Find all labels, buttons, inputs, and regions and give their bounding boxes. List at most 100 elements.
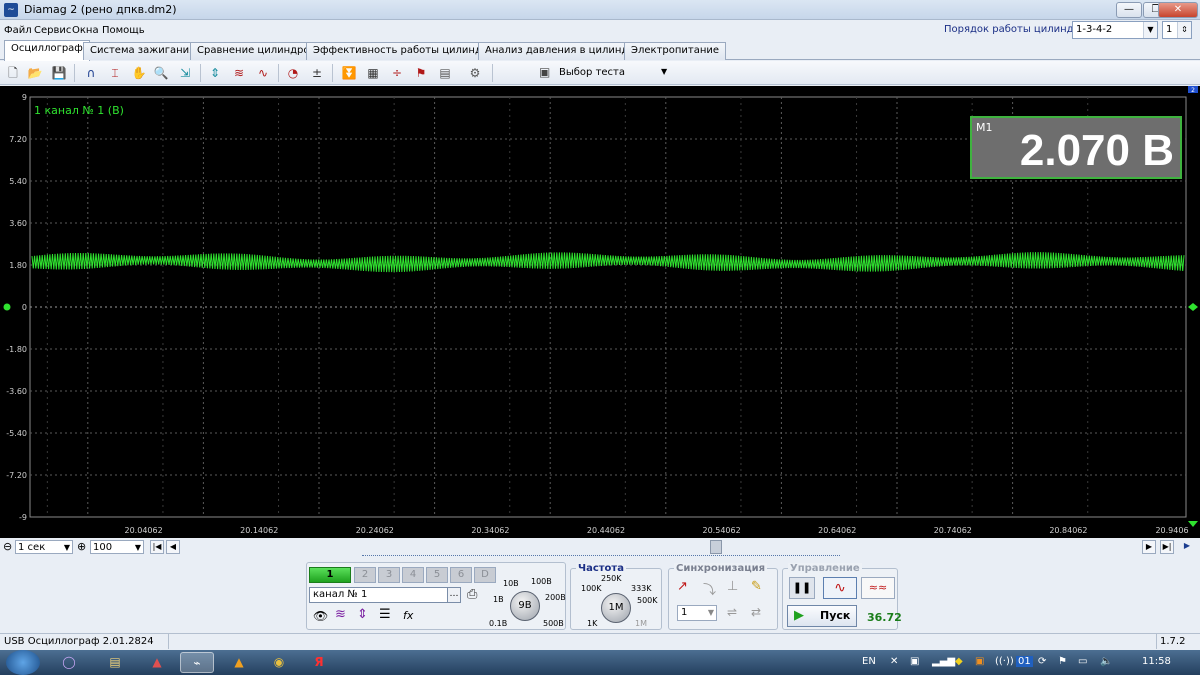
menu-file[interactable]: Файл: [4, 25, 32, 36]
minimize-button[interactable]: —: [1116, 2, 1142, 18]
taskbar-vlc-icon[interactable]: ▲: [222, 652, 256, 673]
expand-vertical-icon[interactable]: ⇕: [206, 64, 224, 82]
start-menu-button[interactable]: [6, 650, 40, 675]
scroll-end-button[interactable]: ▶|: [1160, 540, 1174, 554]
filter-icon[interactable]: ⏬: [340, 64, 358, 82]
tray-refresh-icon[interactable]: ⟳: [1038, 656, 1046, 667]
sync-rising-edge-icon[interactable]: ↗: [677, 579, 688, 594]
play-forward-icon[interactable]: ▶: [1180, 540, 1194, 554]
speaker-icon[interactable]: 🔈: [1100, 656, 1112, 667]
auto-scale-icon[interactable]: ◔: [284, 64, 302, 82]
time-scrollbar[interactable]: [182, 540, 1142, 554]
eye-icon[interactable]: 👁: [313, 609, 328, 623]
taskbar-explorer-icon[interactable]: ▤: [98, 652, 132, 673]
app-window: ~ Diamag 2 (рено дпкв.dm2) — ❐ ✕ Файл Се…: [0, 0, 1200, 650]
save-icon[interactable]: 💾: [50, 64, 68, 82]
channel-button-6[interactable]: 6: [450, 567, 472, 583]
time-scroll-thumb[interactable]: [710, 540, 722, 554]
channel-button-2[interactable]: 2: [354, 567, 376, 583]
close-button[interactable]: ✕: [1158, 2, 1198, 18]
tab-oscilloscope[interactable]: Осциллограф: [4, 40, 90, 61]
vertical-shift-icon[interactable]: ⇕: [357, 607, 368, 622]
test-select[interactable]: ▣ Выбор теста ▼: [535, 62, 675, 82]
tray-volume-level-icon[interactable]: ((·)): [995, 656, 1014, 667]
tray-shield-icon[interactable]: ◆: [955, 656, 963, 667]
start-button[interactable]: ▶ Пуск: [787, 605, 857, 627]
taskbar-diamag-icon[interactable]: ⌁: [180, 652, 214, 673]
status-version: 1.7.2: [1160, 636, 1186, 647]
clock[interactable]: 11:58: [1142, 656, 1171, 667]
language-indicator[interactable]: EN: [862, 656, 876, 667]
zero-offset-icon[interactable]: ±: [308, 64, 326, 82]
flag-tray-icon[interactable]: ⚑: [1058, 656, 1067, 667]
new-file-icon[interactable]: 🗋: [4, 64, 22, 82]
pan-hand-icon[interactable]: ✋: [130, 64, 148, 82]
sync-level-icon[interactable]: ⊥: [727, 579, 738, 594]
sync-level-select[interactable]: 1 ▼: [677, 605, 717, 621]
grid-icon[interactable]: ▦: [364, 64, 382, 82]
cursor-measure-icon[interactable]: ⌶: [106, 64, 124, 82]
channel-name-browse-button[interactable]: …: [447, 587, 461, 603]
tab-pressure-analysis[interactable]: Анализ давления в цилиндре: [478, 42, 648, 60]
waveform-overlay-icon[interactable]: ∿: [254, 64, 272, 82]
headphones-icon[interactable]: ∩: [82, 64, 100, 82]
channel-name-field[interactable]: канал № 1: [309, 587, 459, 603]
channel-button-1[interactable]: 1: [309, 567, 351, 583]
sine-mode-button[interactable]: ∿: [823, 577, 857, 599]
tray-tool-icon[interactable]: ✕: [890, 656, 898, 667]
taskbar-app-alice-icon[interactable]: ◯: [52, 652, 86, 673]
sync-arrows-icon[interactable]: ⇄: [751, 605, 761, 619]
tab-power-supply[interactable]: Электропитание: [624, 42, 727, 60]
panel-splitter[interactable]: [362, 555, 840, 560]
sync-auto-icon[interactable]: ✎: [751, 579, 762, 594]
cylinder-count-spinner[interactable]: 1 ⇕: [1162, 21, 1192, 39]
scroll-left-button[interactable]: ◀: [166, 540, 180, 554]
channel-settings-icon[interactable]: ⎙: [467, 587, 477, 602]
taskbar-app-icon[interactable]: ▲: [140, 652, 174, 673]
zoom-in-icon[interactable]: ⊕: [77, 540, 86, 554]
channel-button-d[interactable]: D: [474, 567, 496, 583]
menu-help[interactable]: Помощь: [102, 25, 145, 36]
tray-network-icon[interactable]: ▭: [1078, 656, 1087, 667]
pause-button[interactable]: ❚❚: [789, 577, 815, 599]
taskbar-chrome-icon[interactable]: ◉: [262, 652, 296, 673]
waveform-icon[interactable]: ≋: [230, 64, 248, 82]
tab-ignition[interactable]: Система зажигания: [83, 42, 203, 60]
frequency-knob[interactable]: 1M: [601, 593, 631, 623]
scroll-right-button[interactable]: ▶: [1142, 540, 1156, 554]
channel-button-4[interactable]: 4: [402, 567, 424, 583]
timebase-select[interactable]: 1 сек ▼: [15, 540, 73, 554]
zoom-select[interactable]: 100 ▼: [90, 540, 144, 554]
marker-icon[interactable]: ÷: [388, 64, 406, 82]
taskbar-yandex-icon[interactable]: Я: [302, 652, 336, 673]
fit-icon[interactable]: ⇲: [176, 64, 194, 82]
signal-icon[interactable]: ▂▄▆: [932, 656, 955, 667]
tray-app2-icon[interactable]: ▣: [975, 656, 984, 667]
menu-service[interactable]: Сервис: [34, 25, 71, 36]
scroll-start-button[interactable]: |◀: [150, 540, 164, 554]
cylinder-order-select[interactable]: 1-3-4-2 ▼: [1072, 21, 1158, 39]
open-folder-icon[interactable]: 📂: [26, 64, 44, 82]
zero-marker-right: [1188, 303, 1198, 311]
auto-test-icon[interactable]: ⚙: [466, 64, 484, 82]
volt-knob[interactable]: 9В: [510, 591, 540, 621]
tab-cylinder-compare[interactable]: Сравнение цилиндров: [190, 42, 323, 60]
tray-number[interactable]: 01: [1016, 656, 1033, 667]
zoom-icon[interactable]: 🔍: [152, 64, 170, 82]
sync-falling-edge-icon[interactable]: ⤵: [703, 579, 716, 598]
y-tick-label: 7.20: [9, 135, 27, 144]
flag-icon[interactable]: ⚑: [412, 64, 430, 82]
volt-label-100v: 100В: [531, 577, 552, 586]
sync-filter-icon[interactable]: ⇌: [727, 605, 737, 619]
function-icon[interactable]: fx: [403, 609, 413, 622]
waveform-invert-icon[interactable]: ≋: [335, 607, 346, 622]
notes-icon[interactable]: ▤: [436, 64, 454, 82]
noise-mode-button[interactable]: ≈≈: [861, 577, 895, 599]
channel-button-5[interactable]: 5: [426, 567, 448, 583]
oscilloscope-display[interactable]: 9 7.20 5.40 3.60 1.80 0 -1.80 -3.60 -5.40 -7.20 -9…: [0, 86, 1200, 538]
channel-button-3[interactable]: 3: [378, 567, 400, 583]
capture-rate: 36.72: [867, 611, 902, 624]
tray-app-icon[interactable]: ▣: [910, 656, 919, 667]
lines-icon[interactable]: ☰: [379, 607, 391, 622]
menu-windows[interactable]: Окна: [72, 25, 99, 36]
